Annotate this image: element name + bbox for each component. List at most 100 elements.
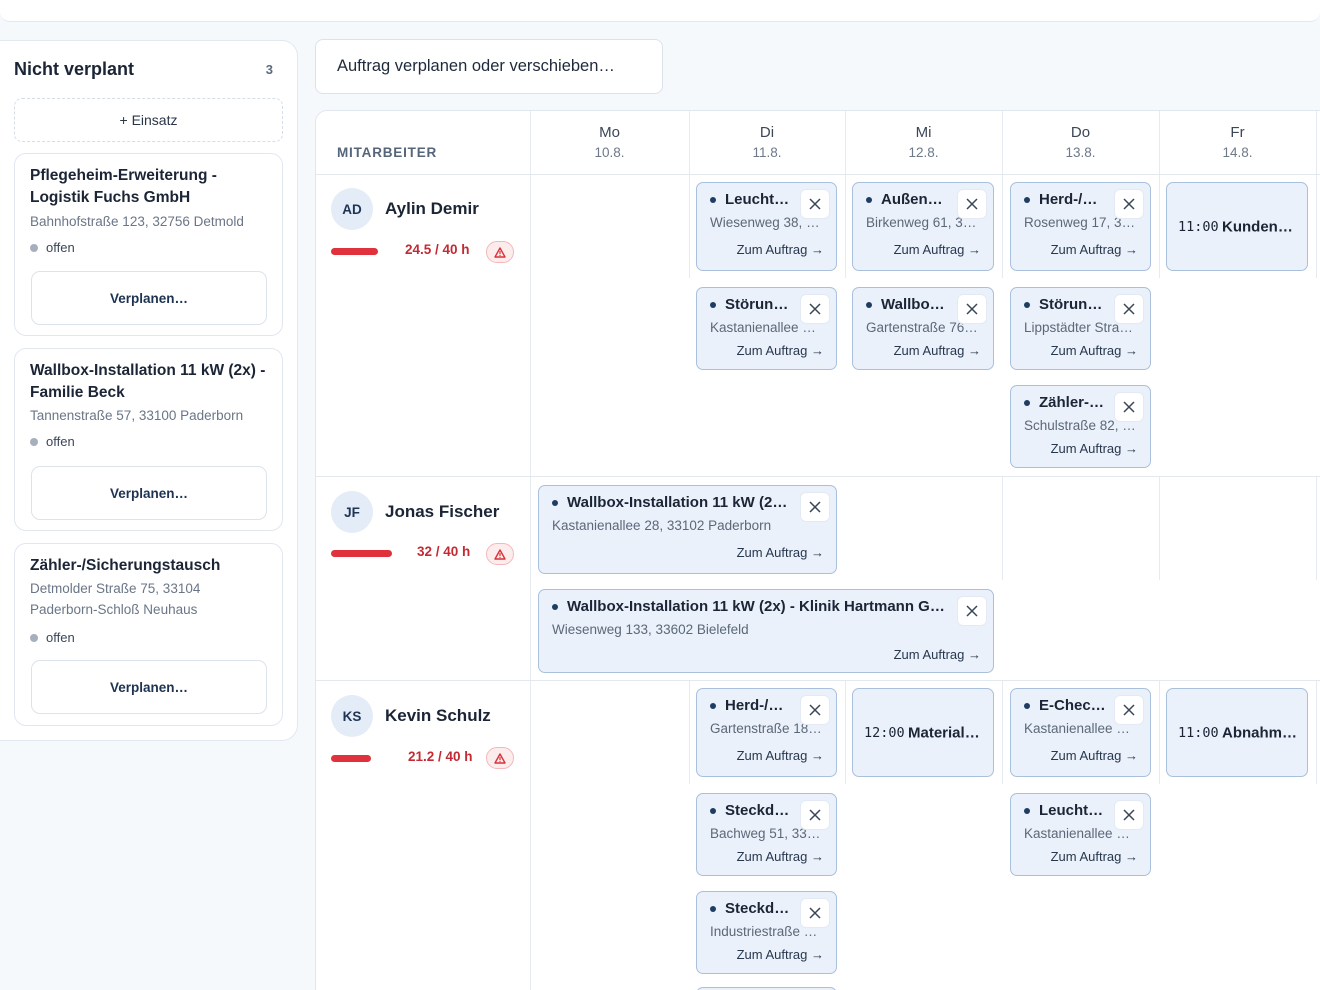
zum-auftrag-link[interactable]: Zum Auftrag → bbox=[737, 748, 824, 763]
avatar: AD bbox=[331, 188, 373, 230]
close-icon bbox=[809, 907, 821, 919]
timed-job-card[interactable]: 11:00 Abnahme… bbox=[1166, 688, 1308, 777]
job-card[interactable]: Leucht… Wiesenweg 38, 3… Zum Auftrag → bbox=[696, 182, 837, 271]
job-time: 11:00 bbox=[1178, 218, 1219, 235]
verplanen-button[interactable]: Verplanen… bbox=[31, 660, 267, 714]
remove-job-button[interactable] bbox=[957, 294, 987, 324]
bullet-icon bbox=[1024, 399, 1030, 406]
zum-auftrag-link[interactable]: Zum Auftrag → bbox=[737, 947, 824, 962]
job-title: Zähler-… bbox=[1024, 394, 1108, 411]
cell-divider bbox=[1159, 476, 1160, 580]
schedule-grid: MITARBEITER Mo 10.8. Di 11.8. Mi 12.8. Do 13… bbox=[315, 110, 1320, 990]
cell-divider bbox=[1002, 476, 1003, 580]
job-title-text: Wallbo… bbox=[881, 296, 945, 313]
close-icon bbox=[809, 501, 821, 513]
zum-auftrag-link[interactable]: Zum Auftrag → bbox=[1051, 748, 1138, 763]
close-icon bbox=[1123, 704, 1135, 716]
job-card[interactable]: Steckd… Industriestraße 4… Zum Auftrag → bbox=[696, 891, 837, 974]
zum-auftrag-link[interactable]: Zum Auftrag → bbox=[1051, 441, 1138, 456]
job-title-text: Herd-/… bbox=[725, 697, 784, 714]
job-card[interactable]: Herd-/… Gartenstraße 18, … Zum Auftrag → bbox=[696, 688, 837, 777]
zum-auftrag-link[interactable]: Zum Auftrag → bbox=[1051, 849, 1138, 864]
job-card[interactable]: E-Chec… Kastanienallee 2… Zum Auftrag → bbox=[1010, 688, 1151, 777]
employee-name[interactable]: Kevin Schulz bbox=[385, 706, 491, 726]
bullet-icon bbox=[1024, 301, 1030, 308]
employee-column-header: MITARBEITER bbox=[337, 145, 438, 160]
multi-day-job-card[interactable]: Wallbox-Installation 11 kW (2… Kastanien… bbox=[538, 485, 837, 574]
day-header-mo: Mo 10.8. bbox=[530, 111, 689, 174]
remove-job-button[interactable] bbox=[1114, 392, 1144, 422]
unplanned-card[interactable]: Zähler-/Sicherungstausch Detmolder Straß… bbox=[14, 543, 283, 726]
job-card[interactable]: Leucht… Kastanienallee 6… Zum Auftrag → bbox=[1010, 793, 1151, 876]
timed-job-card[interactable]: 12:00 Materialp… bbox=[852, 688, 994, 777]
zum-auftrag-link[interactable]: Zum Auftrag → bbox=[1051, 242, 1138, 257]
day-date: 11.8. bbox=[752, 144, 782, 160]
bullet-icon bbox=[710, 702, 716, 709]
unplanned-card[interactable]: Wallbox-Installation 11 kW (2x) - Famili… bbox=[14, 348, 283, 531]
bullet-icon bbox=[866, 301, 872, 308]
remove-job-button[interactable] bbox=[1114, 294, 1144, 324]
remove-job-button[interactable] bbox=[800, 800, 830, 830]
job-title-text: Herd-/… bbox=[1039, 191, 1098, 208]
cell-divider bbox=[1316, 680, 1317, 784]
job-card[interactable]: Störun… Lippstädter Straß… Zum Auftrag → bbox=[1010, 287, 1151, 370]
job-time: 11:00 bbox=[1178, 724, 1219, 741]
zum-auftrag-link[interactable]: Zum Auftrag → bbox=[894, 647, 981, 662]
zum-auftrag-link[interactable]: Zum Auftrag → bbox=[737, 849, 824, 864]
cell-divider bbox=[845, 680, 846, 784]
job-card[interactable]: Störun… Kastanienallee 6… Zum Auftrag → bbox=[696, 287, 837, 370]
day-header-di: Di 11.8. bbox=[689, 111, 845, 174]
unplanned-card[interactable]: Pflegeheim-Erweiterung - Logistik Fuchs … bbox=[14, 153, 283, 336]
remove-job-button[interactable] bbox=[800, 492, 830, 522]
remove-job-button[interactable] bbox=[800, 294, 830, 324]
job-address: Wiesenweg 133, 33602 Bielefeld bbox=[552, 622, 749, 637]
remove-job-button[interactable] bbox=[1114, 800, 1144, 830]
close-icon bbox=[966, 198, 978, 210]
zum-auftrag-link[interactable]: Zum Auftrag → bbox=[894, 242, 981, 257]
job-title-text: Störun… bbox=[1039, 296, 1103, 313]
bullet-icon bbox=[1024, 196, 1030, 203]
status-label: offen bbox=[46, 434, 75, 449]
add-einsatz-button[interactable]: + Einsatz bbox=[14, 98, 283, 142]
job-card[interactable]: Außen… Birkenweg 61, 33… Zum Auftrag → bbox=[852, 182, 994, 271]
remove-job-button[interactable] bbox=[957, 189, 987, 219]
remove-job-button[interactable] bbox=[1114, 189, 1144, 219]
job-card[interactable]: Steckd… Bachweg 51, 336… Zum Auftrag → bbox=[696, 793, 837, 876]
timed-job-card[interactable]: 11:00 Kundeng… bbox=[1166, 182, 1308, 271]
remove-job-button[interactable] bbox=[957, 596, 987, 626]
warning-icon bbox=[486, 543, 514, 565]
plan-order-search[interactable]: Auftrag verplanen oder verschieben… bbox=[315, 39, 663, 94]
unplanned-sidebar: Nicht verplant 3 + Einsatz Pflegeheim-Er… bbox=[0, 40, 298, 741]
employee-name[interactable]: Aylin Demir bbox=[385, 199, 479, 219]
remove-job-button[interactable] bbox=[800, 898, 830, 928]
job-card[interactable]: Wallbo… Gartenstraße 76, … Zum Auftrag → bbox=[852, 287, 994, 370]
status-dot-icon bbox=[30, 437, 38, 446]
job-card[interactable]: Herd-/… Rosenweg 17, 331… Zum Auftrag → bbox=[1010, 182, 1151, 271]
job-title-text: Zähler-… bbox=[1039, 394, 1105, 411]
remove-job-button[interactable] bbox=[1114, 695, 1144, 725]
close-icon bbox=[1123, 303, 1135, 315]
zum-auftrag-link[interactable]: Zum Auftrag → bbox=[737, 242, 824, 257]
zum-auftrag-link[interactable]: Zum Auftrag → bbox=[894, 343, 981, 358]
day-date: 10.8. bbox=[594, 144, 625, 160]
bullet-icon bbox=[710, 905, 716, 912]
multi-day-job-card[interactable]: Wallbox-Installation 11 kW (2x) - Klinik… bbox=[538, 589, 994, 673]
zum-auftrag-link[interactable]: Zum Auftrag → bbox=[737, 545, 824, 560]
bullet-icon bbox=[1024, 702, 1030, 709]
remove-job-button[interactable] bbox=[800, 189, 830, 219]
day-label: Mi bbox=[915, 123, 932, 141]
job-title-text: Störun… bbox=[725, 296, 789, 313]
employee-name[interactable]: Jonas Fischer bbox=[385, 502, 499, 522]
zum-auftrag-link[interactable]: Zum Auftrag → bbox=[737, 343, 824, 358]
card-title: Wallbox-Installation 11 kW (2x) - Famili… bbox=[30, 362, 266, 401]
verplanen-button[interactable]: Verplanen… bbox=[31, 271, 267, 325]
job-card[interactable]: Zähler-… Schulstraße 82, 3… Zum Auftrag … bbox=[1010, 385, 1151, 468]
close-icon bbox=[809, 704, 821, 716]
hours-label: 21.2 / 40 h bbox=[408, 749, 473, 764]
zum-auftrag-link[interactable]: Zum Auftrag → bbox=[1051, 343, 1138, 358]
job-title: E-Chec… bbox=[1024, 697, 1108, 714]
day-header-do: Do 13.8. bbox=[1002, 111, 1159, 174]
remove-job-button[interactable] bbox=[800, 695, 830, 725]
day-label: Do bbox=[1070, 123, 1091, 141]
verplanen-button[interactable]: Verplanen… bbox=[31, 466, 267, 520]
